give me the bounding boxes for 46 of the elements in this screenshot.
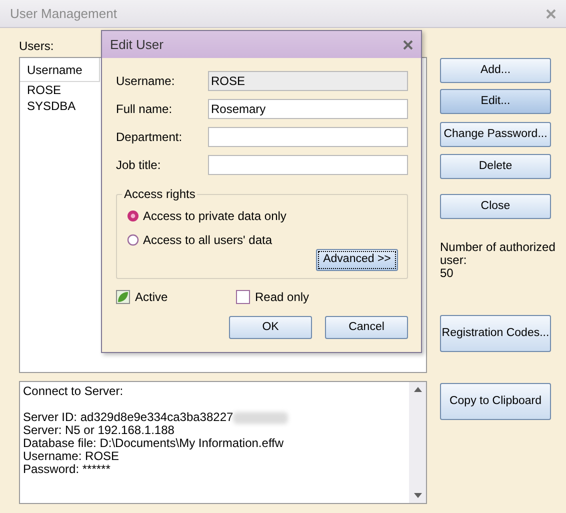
field-label: Username: — [116, 73, 176, 90]
info-line: Password: ****** — [23, 463, 110, 476]
dialog-button[interactable]: OK — [229, 316, 312, 339]
registration-codes-button[interactable]: Registration Codes... — [440, 315, 551, 352]
side-button[interactable]: Edit... — [440, 89, 551, 114]
checkbox-label: Active — [135, 289, 168, 306]
field-label: Department: — [116, 129, 184, 146]
side-button[interactable]: Close — [440, 194, 551, 219]
scroll-down-icon[interactable] — [414, 493, 422, 498]
authorized-count: 50 — [440, 267, 454, 280]
side-button[interactable]: Add... — [440, 58, 551, 83]
close-icon[interactable] — [403, 40, 413, 50]
radio-selected-icon[interactable] — [127, 210, 139, 222]
field-label: Job title: — [116, 157, 162, 174]
user-row[interactable]: ROSE — [20, 82, 70, 98]
user-row[interactable]: SYSDBA — [20, 98, 84, 114]
info-line: Server ID: ad329d8e9e334ca3ba38227 — [23, 411, 234, 424]
info-line: Connect to Server: — [23, 385, 124, 398]
close-icon[interactable] — [546, 8, 556, 18]
group-legend: Access rights — [122, 187, 198, 201]
field-label: Full name: — [116, 101, 174, 118]
side-button[interactable]: Delete — [440, 154, 551, 179]
window-title: User Management — [10, 4, 117, 23]
users-label: Users: — [19, 38, 54, 55]
radio-icon[interactable] — [127, 234, 139, 246]
scroll-up-icon[interactable] — [414, 387, 422, 392]
info-line: Username: ROSE — [23, 450, 120, 463]
scrollbar[interactable] — [409, 382, 426, 503]
redaction-blur — [233, 412, 288, 424]
checkbox-icon[interactable] — [236, 290, 250, 304]
copy-to-clipboard-button[interactable]: Copy to Clipboard — [440, 383, 551, 420]
checkbox-label: Read only — [255, 289, 310, 306]
text-field[interactable]: Rosemary — [208, 99, 408, 119]
info-line: Database file: D:\Documents\My Information.effw — [23, 437, 284, 450]
text-field[interactable] — [208, 127, 408, 147]
info-line: Server: N5 or 192.168.1.188 — [23, 424, 174, 437]
radio-label: Access to all users' data — [143, 232, 272, 249]
column-header[interactable]: Username — [20, 58, 100, 82]
advanced-button[interactable]: Advanced >> — [316, 249, 398, 271]
dialog-button[interactable]: Cancel — [325, 316, 408, 339]
side-button[interactable]: Change Password... — [440, 122, 551, 147]
authorized-label: Number of authorized user: — [440, 241, 556, 267]
text-field[interactable] — [208, 155, 408, 175]
radio-label: Access to private data only — [143, 208, 286, 225]
checkbox-checked-icon[interactable] — [116, 290, 130, 304]
dialog-title: Edit User — [110, 36, 164, 54]
